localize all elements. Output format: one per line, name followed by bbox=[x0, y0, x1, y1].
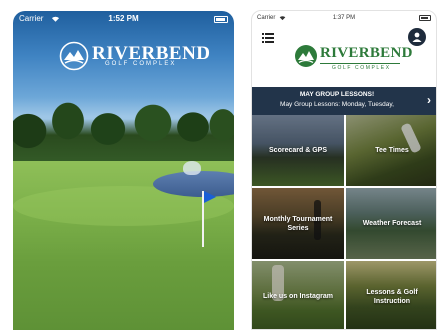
splash-screen: Carrier 1:52 PM RIVERBEND GOLF COMPLEX bbox=[13, 11, 234, 330]
status-bar: Carrier 1:52 PM bbox=[13, 11, 234, 27]
status-bar: Carrier 1:37 PM bbox=[252, 11, 436, 25]
battery-icon bbox=[419, 15, 431, 21]
status-time: 1:37 PM bbox=[332, 15, 356, 21]
logo-subtitle: GOLF COMPLEX bbox=[332, 65, 391, 71]
tile-scorecard-gps[interactable]: Scorecard & GPS bbox=[252, 115, 344, 186]
tile-label: Lessons & Golf Instruction bbox=[366, 288, 418, 305]
logo-rule bbox=[320, 63, 400, 64]
logo-wordmark: RIVERBEND bbox=[320, 45, 413, 61]
menu-tile-grid: Scorecard & GPS Tee Times Monthly Tourna… bbox=[252, 115, 436, 329]
fountain-scenery bbox=[183, 161, 201, 175]
flag bbox=[204, 191, 216, 203]
tile-label: Weather Forecast bbox=[362, 220, 422, 227]
riverbend-emblem-icon bbox=[295, 45, 317, 67]
logo-subtitle: GOLF COMPLEX bbox=[105, 61, 177, 67]
riverbend-logo: RIVERBEND GOLF COMPLEX bbox=[288, 44, 412, 76]
person-glyph bbox=[412, 32, 422, 42]
tile-lessons-golf-instruction[interactable]: Lessons & Golf Instruction bbox=[346, 261, 436, 329]
tile-label: Monthly Tournament Series bbox=[263, 215, 333, 232]
tile-label: Scorecard & GPS bbox=[269, 147, 327, 154]
chevron-right-icon: › bbox=[427, 93, 431, 107]
tile-instagram[interactable]: Like us on Instagram bbox=[252, 261, 344, 329]
hamburger-menu-glyph bbox=[262, 33, 274, 43]
announcement-banner[interactable]: MAY GROUP LESSONS! May Group Lessons: Mo… bbox=[252, 87, 436, 115]
tile-weather-forecast[interactable]: Weather Forecast bbox=[346, 188, 436, 259]
app-home-screen: Carrier 1:37 PM RIVERBEND GOLF COMPLEX M… bbox=[251, 10, 437, 330]
tree-line-scenery bbox=[13, 91, 234, 171]
hamburger-menu-icon[interactable] bbox=[262, 30, 274, 43]
tile-label: Tee Times bbox=[375, 147, 409, 154]
profile-icon[interactable] bbox=[408, 28, 426, 46]
riverbend-emblem-icon bbox=[59, 41, 89, 71]
status-time: 1:52 PM bbox=[108, 14, 139, 23]
banner-title: MAY GROUP LESSONS! bbox=[299, 91, 375, 98]
riverbend-logo: RIVERBEND GOLF COMPLEX bbox=[59, 41, 210, 75]
tile-label: Like us on Instagram bbox=[262, 293, 334, 300]
banner-message: May Group Lessons: Monday, Tuesday, bbox=[280, 101, 394, 108]
tile-tee-times[interactable]: Tee Times bbox=[346, 115, 436, 186]
battery-icon bbox=[214, 16, 228, 23]
tile-monthly-tournament-series[interactable]: Monthly Tournament Series bbox=[252, 188, 344, 259]
screenshot-stage: Carrier 1:52 PM RIVERBEND GOLF COMPLEX C… bbox=[0, 0, 441, 330]
